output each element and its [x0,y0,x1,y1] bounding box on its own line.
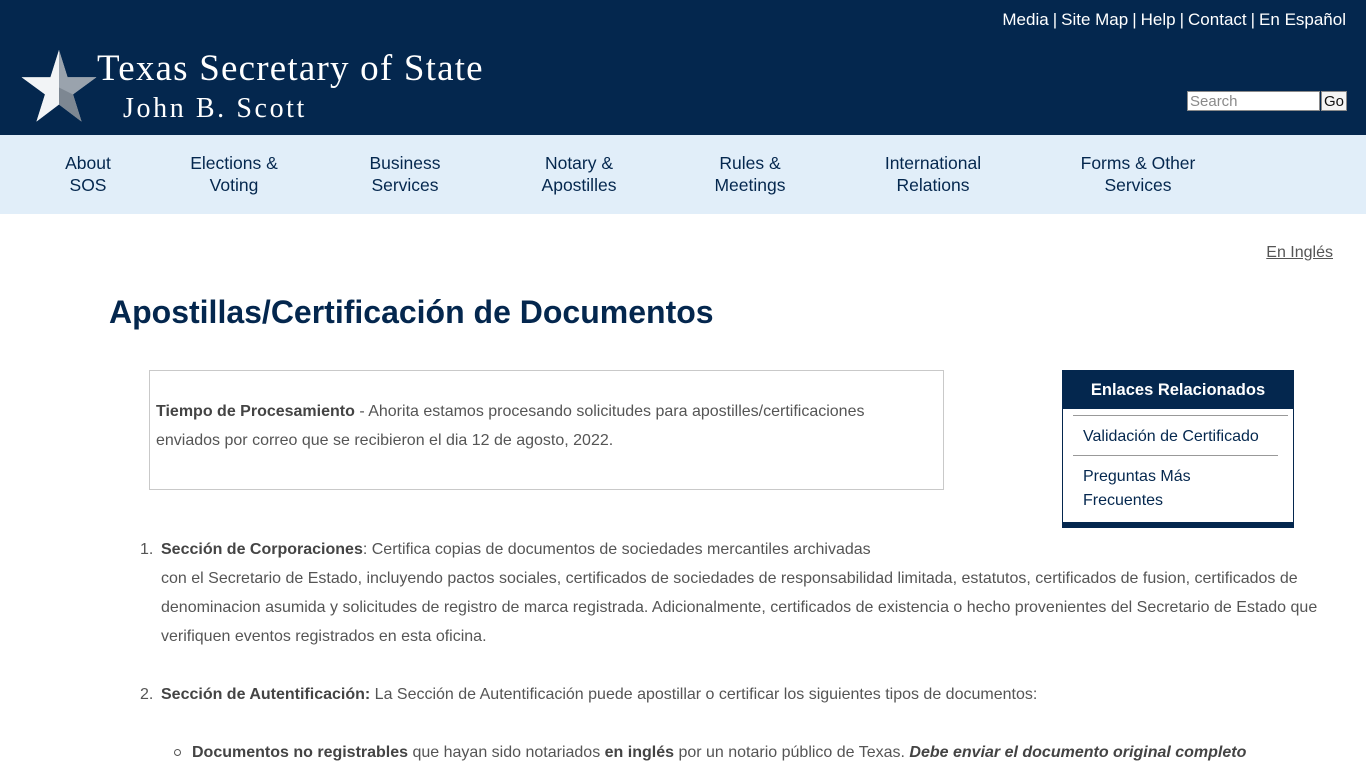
related-link-faq[interactable]: Preguntas Más Frecuentes [1073,455,1278,513]
list-number: 1. [140,541,154,558]
logo-title: Texas Secretary of State [97,48,484,89]
processing-time-notice: Tiempo de Procesamiento - Ahorita estamo… [149,370,944,490]
search-form: Go [1187,91,1347,111]
nav-notary-apostilles[interactable]: Notary & Apostilles [519,152,639,196]
media-link[interactable]: Media [1002,10,1048,29]
notice-text-line1: - Ahorita estamos procesando solicitudes… [354,403,865,420]
search-go-button[interactable]: Go [1321,91,1347,111]
corporations-section-text: con el Secretario de Estado, incluyendo … [161,570,1318,645]
site-header: Media | Site Map | Help | Contact | En Español T… [0,0,1366,135]
list-number: 2. [140,686,154,703]
related-links-heading: Enlaces Relacionados [1063,371,1293,409]
authentication-section-label: Sección de Autentificación: [161,686,371,703]
site-map-link[interactable]: Site Map [1061,10,1128,29]
notice-text-line2: enviados por correo que se recibieron el… [156,432,614,449]
nav-elections-voting[interactable]: Elections & Voting [174,152,294,196]
star-icon [21,50,97,122]
sub-list-item: Documentos no registrables que hayan sid… [174,738,1246,767]
contact-link[interactable]: Contact [1188,10,1247,29]
espanol-link[interactable]: En Español [1259,10,1346,29]
page-title: Apostillas/Certificación de Documentos [109,294,714,330]
top-links: Media | Site Map | Help | Contact | En Español [1002,10,1346,29]
english-language-link[interactable]: En Inglés [1266,244,1333,262]
nav-international-relations[interactable]: International Relations [863,152,1003,196]
logo-subtitle: John B. Scott [123,93,307,124]
nav-rules-meetings[interactable]: Rules & Meetings [690,152,810,196]
related-link-certificate-validation[interactable]: Validación de Certificado [1073,415,1288,455]
notice-label: Tiempo de Procesamiento [156,403,355,420]
help-link[interactable]: Help [1141,10,1176,29]
nav-forms-other-services[interactable]: Forms & Other Services [1063,152,1213,196]
corporations-section-label: Sección de Corporaciones [161,541,363,558]
main-nav: About SOS Elections & Voting Business Servi… [0,135,1366,214]
related-links-box: Enlaces Relacionados Validación de Certi… [1062,370,1294,528]
circle-bullet-icon [174,749,181,756]
nav-business-services[interactable]: Business Services [345,152,465,196]
site-logo[interactable]: Texas Secretary of State John B. Scott [20,48,520,128]
search-input[interactable] [1187,91,1320,111]
nav-about-sos[interactable]: About SOS [48,152,128,196]
